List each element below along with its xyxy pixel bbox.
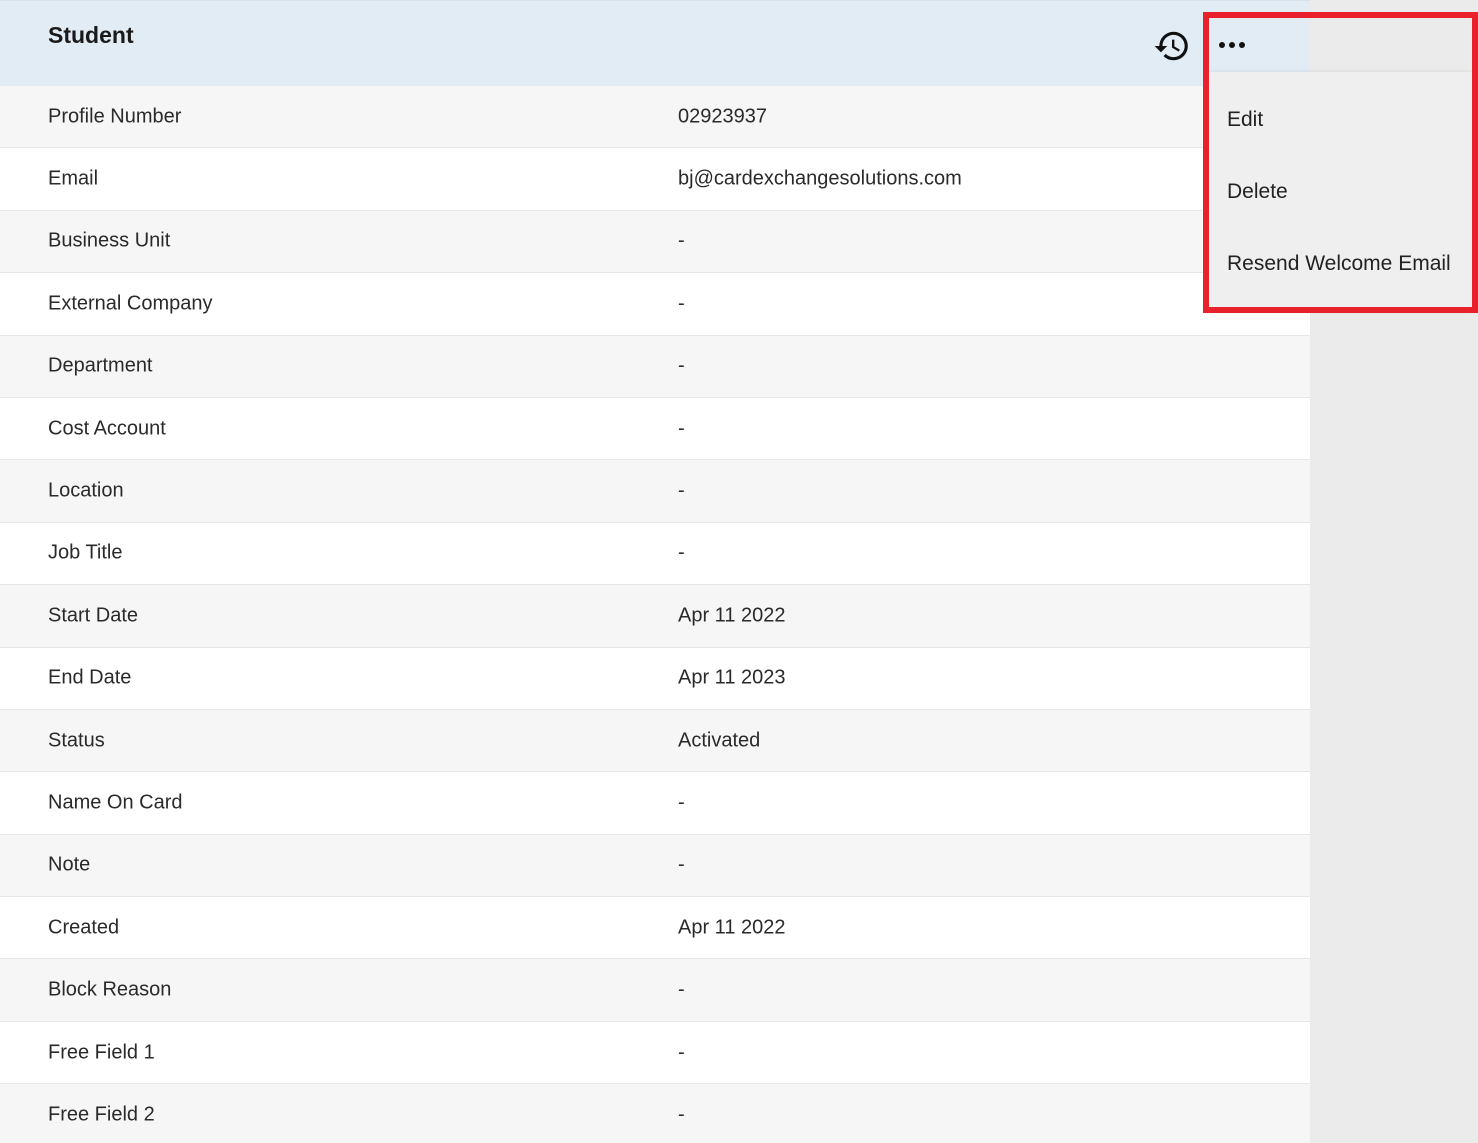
detail-label: Email	[48, 167, 99, 190]
details-list: Profile Number 02923937 Email bj@cardexc…	[0, 86, 1310, 1143]
detail-value: 02923937	[678, 105, 767, 128]
detail-row-start-date: Start Date Apr 11 2022	[0, 585, 1310, 648]
detail-value: -	[678, 853, 685, 876]
detail-label: Start Date	[48, 604, 139, 627]
detail-row-note: Note -	[0, 834, 1310, 898]
detail-value: -	[678, 978, 685, 1001]
detail-value: -	[678, 229, 685, 252]
detail-label: External Company	[48, 292, 213, 315]
detail-row-end-date: End Date Apr 11 2023	[0, 647, 1310, 710]
detail-label: Status	[48, 729, 105, 752]
student-details-panel: Student Profile Number 02923937 Email bj…	[0, 0, 1310, 1143]
menu-item-label: Resend Welcome Email	[1227, 252, 1451, 275]
detail-row-department: Department -	[0, 335, 1310, 398]
menu-item-edit[interactable]: Edit	[1209, 88, 1472, 152]
detail-row-free-field-1: Free Field 1 -	[0, 1021, 1310, 1085]
menu-item-resend-welcome-email[interactable]: Resend Welcome Email	[1209, 232, 1472, 296]
detail-row-name-on-card: Name On Card -	[0, 772, 1310, 835]
detail-value: -	[678, 479, 685, 502]
detail-value: -	[678, 1103, 685, 1126]
detail-label: Profile Number	[48, 105, 182, 128]
detail-value: -	[678, 354, 685, 377]
detail-label: Free Field 2	[48, 1103, 155, 1126]
detail-row-cost-account: Cost Account -	[0, 397, 1310, 461]
detail-label: Job Title	[48, 541, 123, 564]
detail-label: Name On Card	[48, 791, 183, 814]
menu-item-label: Edit	[1227, 108, 1264, 131]
detail-value: bj@cardexchangesolutions.com	[678, 167, 962, 190]
history-icon	[1154, 31, 1188, 61]
detail-value: -	[678, 791, 685, 814]
detail-row-business-unit: Business Unit -	[0, 210, 1310, 274]
detail-label: Note	[48, 853, 91, 876]
detail-label: Block Reason	[48, 978, 172, 1001]
more-horizontal-icon	[1219, 42, 1245, 48]
detail-value: -	[678, 1041, 685, 1064]
panel-header: Student	[0, 0, 1310, 86]
detail-label: Location	[48, 479, 124, 502]
detail-label: Free Field 1	[48, 1041, 155, 1064]
detail-value: -	[678, 292, 685, 315]
detail-label: Department	[48, 354, 153, 377]
detail-row-email: Email bj@cardexchangesolutions.com	[0, 148, 1310, 211]
menu-item-label: Delete	[1227, 180, 1288, 203]
detail-row-location: Location -	[0, 460, 1310, 523]
detail-row-profile-number: Profile Number 02923937	[0, 86, 1310, 149]
more-options-menu: Edit Delete Resend Welcome Email	[1209, 72, 1472, 307]
detail-label: Cost Account	[48, 417, 166, 440]
detail-row-free-field-2: Free Field 2 -	[0, 1084, 1310, 1143]
detail-label: End Date	[48, 666, 132, 689]
menu-item-delete[interactable]: Delete	[1209, 160, 1472, 224]
detail-row-job-title: Job Title -	[0, 522, 1310, 586]
more-options-button[interactable]	[1214, 31, 1252, 61]
page-title: Student	[48, 22, 134, 48]
detail-value: -	[678, 541, 685, 564]
detail-row-block-reason: Block Reason -	[0, 959, 1310, 1022]
detail-label: Business Unit	[48, 229, 171, 252]
detail-value: Apr 11 2022	[678, 916, 786, 939]
detail-row-created: Created Apr 11 2022	[0, 897, 1310, 960]
history-button[interactable]	[1153, 27, 1191, 65]
detail-label: Created	[48, 916, 120, 939]
detail-row-external-company: External Company -	[0, 273, 1310, 336]
detail-value: Apr 11 2022	[678, 604, 786, 627]
detail-value: Apr 11 2023	[678, 666, 786, 689]
detail-value: -	[678, 417, 685, 440]
detail-row-status: Status Activated	[0, 709, 1310, 773]
detail-value: Activated	[678, 729, 761, 752]
